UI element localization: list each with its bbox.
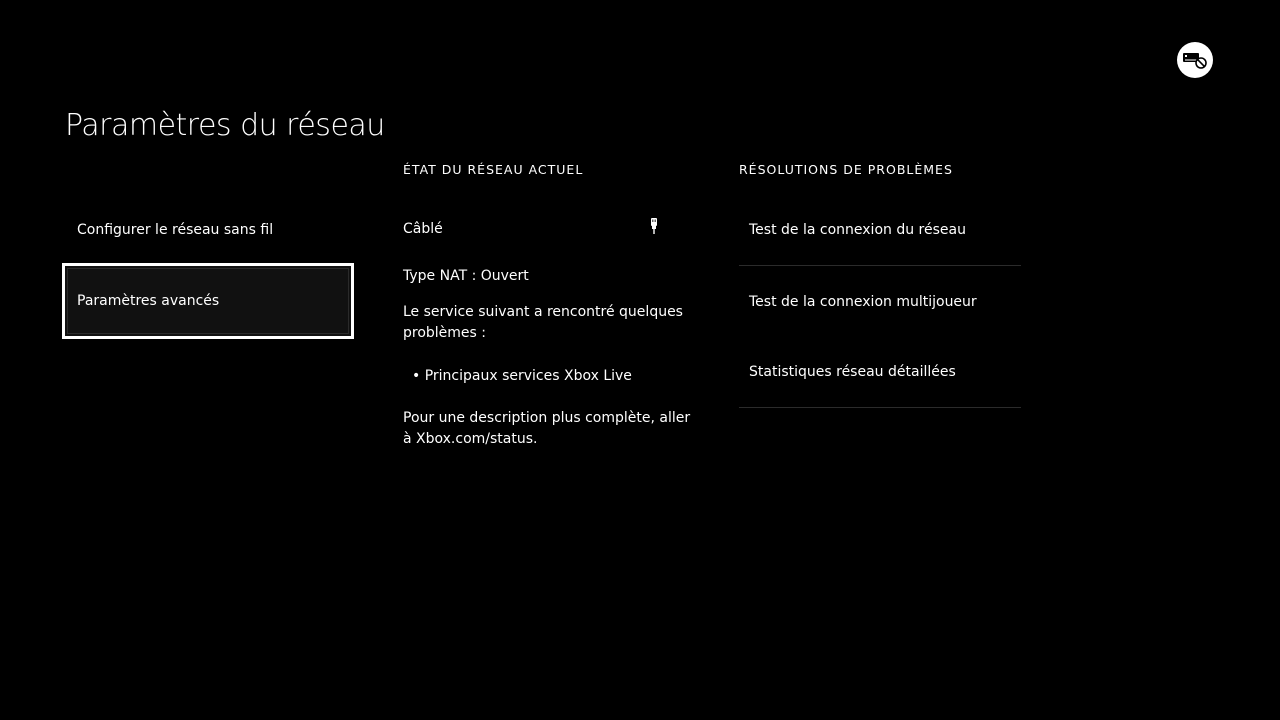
service-message: Le service suivant a rencontré quelques … (403, 304, 683, 341)
page-title: Paramètres du réseau (65, 108, 385, 143)
network-disconnected-icon[interactable] (1177, 42, 1213, 78)
menu-item-advanced-settings[interactable]: Paramètres avancés (62, 263, 354, 339)
ethernet-icon (651, 218, 657, 234)
menu-item-label: Paramètres avancés (77, 293, 220, 309)
troubleshoot-item-label: Statistiques réseau détaillées (749, 364, 956, 380)
menu-item-label: Configurer le réseau sans fil (77, 222, 274, 238)
nat-type: Type NAT : Ouvert (403, 268, 529, 284)
network-status-glyph (1183, 53, 1207, 69)
status-description: Pour une description plus complète, alle… (403, 410, 691, 447)
troubleshooting-header: RÉSOLUTIONS DE PROBLÈMES (739, 162, 953, 177)
detailed-network-stats-button[interactable]: Statistiques réseau détaillées (739, 337, 1021, 408)
test-multiplayer-connection-button[interactable]: Test de la connexion multijoueur (739, 266, 1021, 337)
test-network-connection-button[interactable]: Test de la connexion du réseau (739, 195, 1021, 266)
menu-item-wireless-setup[interactable]: Configurer le réseau sans fil (62, 192, 354, 268)
troubleshoot-item-label: Test de la connexion multijoueur (749, 293, 977, 310)
connection-type: Câblé (403, 221, 443, 237)
network-status-header: ÉTAT DU RÉSEAU ACTUEL (403, 162, 584, 177)
service-list-item: • Principaux services Xbox Live (412, 368, 632, 384)
troubleshoot-item-label: Test de la connexion du réseau (749, 222, 966, 238)
